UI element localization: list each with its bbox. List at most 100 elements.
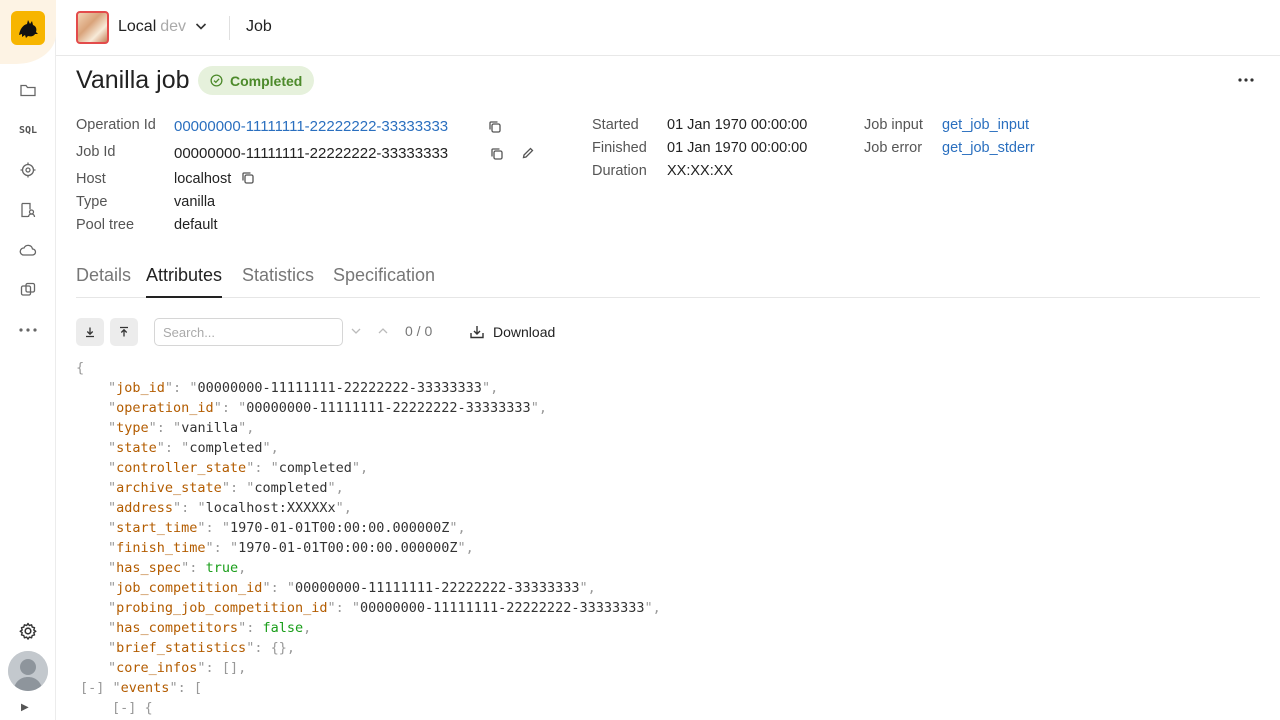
json-line: "probing_job_competition_id": "00000000-… [108,600,661,616]
top-header: Local dev Job [56,0,1280,56]
duration-label: Duration [592,163,647,179]
cluster-selector[interactable]: Local dev [118,18,186,36]
cluster-avatar[interactable] [76,11,109,44]
json-value: 00000000-11111111-22222222-33333333 [246,400,531,416]
json-line: "core_infos": [], [108,660,247,676]
download-button[interactable]: Download [465,318,559,346]
expand-all-button[interactable] [76,318,104,346]
json-value: vanilla [181,420,239,436]
host-label: Host [76,171,106,187]
cluster-name: Local [118,18,157,35]
sql-icon[interactable]: SQL [16,118,40,142]
creature-logo-icon [19,20,38,38]
job-input-label: Job input [864,117,923,133]
job-error-label: Job error [864,140,923,156]
json-value: completed [278,460,352,476]
json-value: 1970-01-01T00:00:00.000000Z [229,520,450,536]
json-key: job_competition_id [116,580,263,596]
tab-specification[interactable]: Specification [333,265,435,298]
status-label: Completed [230,72,303,89]
host-value: localhost [174,171,232,187]
finished-value: 01 Jan 1970 00:00:00 [667,140,808,156]
pool-tree-label: Pool tree [76,217,135,233]
copy-icon[interactable] [241,171,255,185]
finished-label: Finished [592,140,647,156]
sidebar-expand-icon[interactable]: ▶ [21,702,29,713]
user-avatar[interactable] [8,651,48,691]
event-open-brace: { [144,700,153,716]
arrow-down-to-line-icon [86,327,94,338]
cluster-env: dev [160,18,187,35]
operation-id-label: Operation Id [76,117,156,133]
json-value: 00000000-11111111-22222222-33333333 [360,600,645,616]
page-title: Vanilla job [76,66,190,94]
json-key: probing_job_competition_id [116,600,328,616]
json-value: completed [189,440,263,456]
tab-statistics[interactable]: Statistics [242,265,314,298]
json-line: "controller_state": "completed", [108,460,369,476]
arrow-up-to-line-icon [120,326,128,337]
events-collapse-toggle[interactable]: [-] [80,680,104,696]
settings-gear-icon[interactable] [16,619,40,643]
chevron-down-icon [351,328,361,334]
json-value: 00000000-11111111-22222222-33333333 [294,580,580,596]
events-open-bracket: [ [193,680,202,696]
json-key: archive_state [116,480,222,496]
json-line: "archive_state": "completed", [108,480,344,496]
match-count: 0 / 0 [405,323,433,339]
tab-details[interactable]: Details [76,265,131,298]
json-line: "has_competitors": false, [108,620,312,636]
type-value: vanilla [174,194,216,210]
collapse-all-button[interactable] [110,318,138,346]
cloud-icon[interactable] [16,238,40,262]
json-line: "has_spec": true, [108,560,247,576]
components-icon[interactable] [16,278,40,302]
chevron-up-icon [378,328,388,334]
events-key: events [120,680,170,696]
app-logo[interactable] [11,11,45,45]
chevron-down-icon[interactable] [193,18,209,34]
accounts-icon[interactable] [16,198,40,222]
json-line: "job_competition_id": "00000000-11111111… [108,580,596,596]
more-dots-icon[interactable] [16,318,40,342]
job-id-label: Job Id [76,144,116,160]
json-key: has_spec [116,560,182,576]
json-key: controller_state [116,460,247,476]
more-actions-button[interactable] [1236,70,1256,90]
tab-attributes[interactable]: Attributes [146,265,223,298]
json-line: "address": "localhost:XXXXXx", [108,500,352,516]
json-key: state [116,440,157,456]
breadcrumb-page[interactable]: Job [246,18,272,36]
json-line: "brief_statistics": {}, [108,640,295,656]
edit-pencil-icon[interactable] [521,146,535,160]
json-line: "finish_time": "1970-01-01T00:00:00.0000… [108,540,474,556]
job-input-link[interactable]: get_job_input [942,117,1029,133]
folder-icon[interactable] [16,78,40,102]
operations-gear-icon[interactable] [16,158,40,182]
json-key: type [116,420,149,436]
operation-id-link[interactable]: 00000000-11111111-22222222-33333333 [174,118,448,135]
json-line: "start_time": "1970-01-01T00:00:00.00000… [108,520,466,536]
json-key: core_infos [116,660,198,676]
json-value: true [205,560,239,576]
search-input[interactable] [154,318,343,346]
started-label: Started [592,117,639,133]
copy-icon[interactable] [490,147,504,161]
download-icon [470,326,484,339]
prev-match-button[interactable] [375,322,391,340]
json-line: "operation_id": "00000000-11111111-22222… [108,400,547,416]
json-key: has_competitors [116,620,239,636]
json-line: "job_id": "00000000-11111111-22222222-33… [108,380,499,396]
event-collapse-toggle[interactable]: [-] [112,700,136,716]
copy-icon[interactable] [488,120,502,134]
json-key: start_time [116,520,198,536]
job-error-link[interactable]: get_job_stderr [942,140,1035,156]
duration-value: XX:XX:XX [667,163,734,179]
type-label: Type [76,194,108,210]
json-value: completed [254,480,328,496]
json-value: 00000000-11111111-22222222-33333333 [197,380,482,396]
job-id-value: 00000000-11111111-22222222-33333333 [174,145,449,162]
next-match-button[interactable] [348,322,364,340]
tab-bar: Details Attributes Statistics Specificat… [76,262,1260,298]
download-label: Download [493,324,556,340]
